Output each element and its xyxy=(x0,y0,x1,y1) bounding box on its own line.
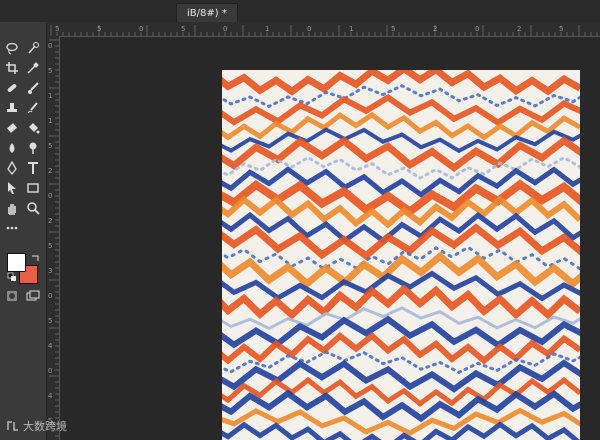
more-icon[interactable] xyxy=(3,220,21,236)
ruler-label: 1 xyxy=(265,25,269,33)
zigzag-stroke xyxy=(222,284,580,320)
ruler-label: 5 xyxy=(181,25,185,33)
watermark-text: 大数跨境 xyxy=(23,420,67,433)
ruler-label: 0 xyxy=(48,192,52,200)
hand-icon[interactable] xyxy=(3,200,21,216)
clone-stamp-icon[interactable] xyxy=(3,100,21,116)
ruler-label: 0 xyxy=(475,25,479,33)
screen-mode-icon[interactable] xyxy=(24,288,42,304)
ruler-label: 4 xyxy=(48,342,53,350)
swap-colors-icon[interactable] xyxy=(26,250,44,266)
rectangle-icon[interactable] xyxy=(24,180,42,196)
document-tab[interactable]: iB/8#) * xyxy=(176,3,238,23)
ruler-label: 2 xyxy=(517,25,521,33)
ruler-label: 0 xyxy=(139,25,143,33)
vertical-ruler: 0511520253054045 xyxy=(47,36,60,440)
crop-icon[interactable] xyxy=(3,60,21,76)
pen-icon[interactable] xyxy=(3,160,21,176)
type-icon[interactable] xyxy=(24,160,42,176)
eyedropper-icon[interactable] xyxy=(24,60,42,76)
paint-bucket-icon[interactable] xyxy=(24,120,42,136)
ruler-label: 5 xyxy=(48,142,52,150)
dodge-icon[interactable] xyxy=(24,140,42,156)
blur-icon[interactable] xyxy=(3,140,21,156)
ruler-label: 0 xyxy=(48,42,52,50)
ruler-label: 0 xyxy=(223,25,227,33)
document-tab-bar: iB/8#) * xyxy=(0,0,600,23)
watermark: 大数跨境 xyxy=(6,418,67,434)
ruler-label: 5 xyxy=(391,25,395,33)
ruler-label: 2 xyxy=(48,167,52,175)
horizontal-ruler: 5 5 0 5 0 1 0 1 5 2 0 2 5 xyxy=(47,22,600,37)
default-colors-icon[interactable] xyxy=(3,269,21,285)
quick-mask-icon[interactable] xyxy=(3,288,21,304)
artwork-image[interactable] xyxy=(222,70,580,440)
ruler-label: 5 xyxy=(55,25,59,33)
quick-select-icon[interactable] xyxy=(24,40,42,56)
ruler-label: 0 xyxy=(48,367,52,375)
healing-icon[interactable] xyxy=(3,80,21,96)
ruler-label: 1 xyxy=(48,117,52,125)
ruler-label: 2 xyxy=(48,217,52,225)
ruler-label: 0 xyxy=(307,25,311,33)
watermark-logo-icon xyxy=(7,421,18,431)
brush-icon[interactable] xyxy=(24,80,42,96)
ruler-label: 5 xyxy=(48,242,52,250)
ruler-label: 1 xyxy=(349,25,353,33)
ruler-label: 5 xyxy=(48,67,52,75)
ruler-label: 1 xyxy=(48,92,52,100)
ruler-label: 0 xyxy=(48,292,52,300)
zigzag-stroke xyxy=(222,251,580,289)
zigzag-stroke xyxy=(222,70,580,96)
ruler-label: 5 xyxy=(559,25,563,33)
zigzag-stroke xyxy=(222,223,580,261)
ruler-label: 5 xyxy=(97,25,101,33)
lasso-icon[interactable] xyxy=(3,40,21,56)
history-brush-icon[interactable] xyxy=(24,100,42,116)
tools-panel xyxy=(0,22,47,440)
canvas-area[interactable] xyxy=(60,37,600,440)
ruler-label: 2 xyxy=(433,25,437,33)
path-select-icon[interactable] xyxy=(3,180,21,196)
eraser-icon[interactable] xyxy=(3,120,21,136)
ruler-label: 4 xyxy=(48,392,53,400)
ruler-label: 5 xyxy=(48,317,52,325)
ruler-label: 3 xyxy=(48,267,52,275)
zoom-icon[interactable] xyxy=(24,200,42,216)
